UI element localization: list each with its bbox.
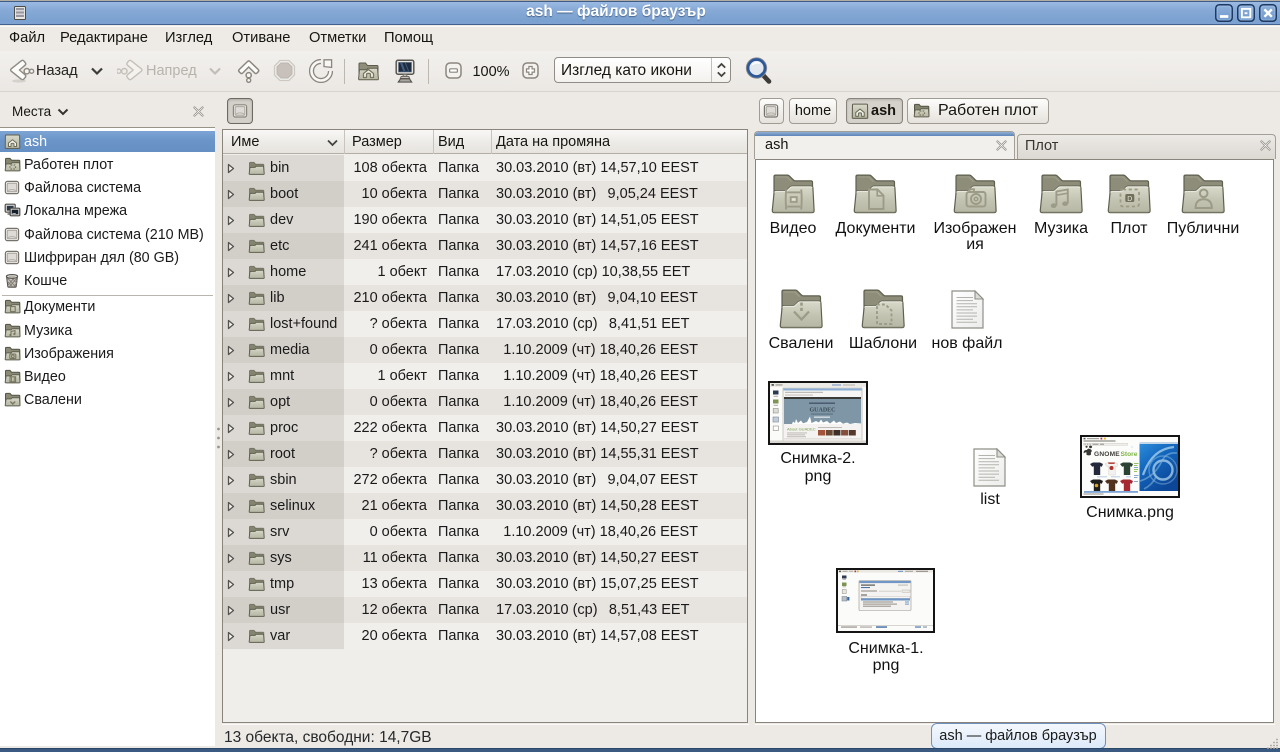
svg-text:GUADEC: GUADEC xyxy=(809,408,835,414)
svg-text:Store: Store xyxy=(1121,451,1138,458)
svg-text:D: D xyxy=(1127,195,1132,202)
svg-text:GNOME: GNOME xyxy=(1094,451,1120,458)
svg-text:About GUADEC: About GUADEC xyxy=(787,427,816,432)
